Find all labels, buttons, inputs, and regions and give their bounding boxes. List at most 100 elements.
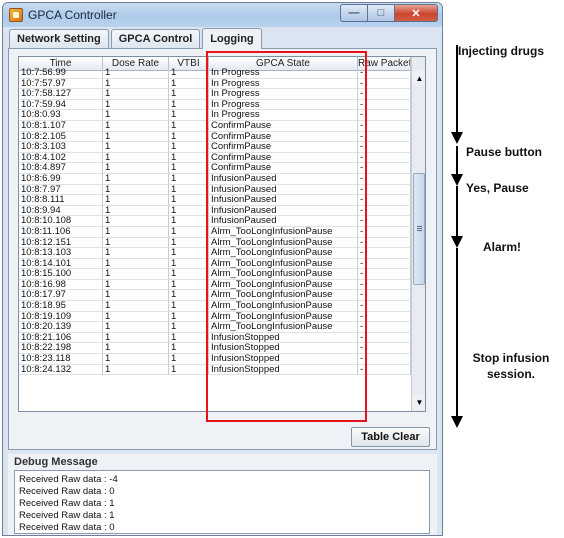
debug-message-section: Debug Message Received Raw data : -4 Rec… [8,454,437,535]
cell-dose-rate: 1 [103,184,169,196]
cell-time: 10:8:19.109 [19,311,103,323]
cell-time: 10:8:21.106 [19,332,103,344]
cell-dose-rate: 1 [103,311,169,323]
down-arrow-icon [451,236,463,248]
cell-vtbi: 1 [169,131,209,143]
scrollbar-thumb[interactable] [413,173,425,285]
cell-vtbi: 1 [169,78,209,90]
tab-logging[interactable]: Logging [202,28,262,49]
cell-vtbi: 1 [169,343,209,355]
cell-vtbi: 1 [169,269,209,280]
cell-vtbi: 1 [169,99,209,111]
table-clear-button[interactable]: Table Clear [351,427,430,447]
cell-vtbi: 1 [169,142,209,153]
cell-time: 10:8:14.101 [19,258,103,270]
cell-dose-rate: 1 [103,237,169,249]
cell-dose-rate: 1 [103,89,169,100]
debug-line: Received Raw data : -4 [19,474,118,485]
cell-vtbi: 1 [169,258,209,270]
cell-time: 10:8:15.100 [19,269,103,280]
cell-dose-rate: 1 [103,290,169,302]
cell-time: 10:8:1.107 [19,120,103,132]
cell-vtbi: 1 [169,311,209,323]
close-button[interactable]: ✕ [394,4,438,22]
gpca-state-highlight-box [206,51,367,422]
cell-dose-rate: 1 [103,269,169,280]
cell-time: 10:8:4.897 [19,163,103,174]
table-scrollbar[interactable]: ▲ ▼ [411,57,425,411]
cell-dose-rate: 1 [103,195,169,206]
cell-dose-rate: 1 [103,216,169,227]
timeline-segment [456,146,458,174]
cell-dose-rate: 1 [103,68,169,79]
cell-vtbi: 1 [169,290,209,302]
annotation-alarm: Alarm! [483,240,522,254]
down-arrow-icon [451,416,463,428]
debug-line: Received Raw data : 1 [19,510,115,521]
cell-vtbi: 1 [169,184,209,196]
cell-time: 10:8:22.198 [19,343,103,355]
window-title: GPCA Controller [28,8,117,22]
cell-time: 10:8:12.151 [19,237,103,249]
annotation-injecting-drugs: Injecting drugs [458,44,545,58]
cell-time: 10:8:16.98 [19,279,103,291]
down-arrow-icon [451,174,463,186]
cell-time: 10:8:11.106 [19,226,103,238]
cell-vtbi: 1 [169,173,209,185]
tab-network-setting[interactable]: Network Setting [9,29,109,48]
cell-vtbi: 1 [169,205,209,217]
title-bar[interactable]: GPCA Controller — □ ✕ [3,3,442,27]
maximize-button[interactable]: □ [367,4,394,22]
cell-time: 10:8:4.102 [19,152,103,164]
cell-vtbi: 1 [169,89,209,100]
maximize-icon: □ [377,7,385,19]
debug-line: Received Raw data : 0 [19,486,115,497]
cell-vtbi: 1 [169,216,209,227]
debug-message-log[interactable]: Received Raw data : -4 Received Raw data… [14,470,430,534]
cell-time: 10:8:3.103 [19,142,103,153]
cell-time: 10:8:13.103 [19,248,103,259]
cell-dose-rate: 1 [103,364,169,376]
cell-time: 10:8:0.93 [19,110,103,121]
cell-dose-rate: 1 [103,120,169,132]
cell-vtbi: 1 [169,322,209,333]
minimize-button[interactable]: — [340,4,367,22]
cell-dose-rate: 1 [103,301,169,312]
cell-dose-rate: 1 [103,78,169,90]
cell-dose-rate: 1 [103,226,169,238]
cell-time: 10:8:7.97 [19,184,103,196]
cell-time: 10:7:58.127 [19,89,103,100]
scroll-down-arrow-icon[interactable]: ▼ [412,395,425,409]
tab-gpca-control[interactable]: GPCA Control [110,29,201,48]
cell-vtbi: 1 [169,248,209,259]
minimize-icon: — [348,7,360,19]
cell-time: 10:8:9.94 [19,205,103,217]
cell-vtbi: 1 [169,226,209,238]
cell-dose-rate: 1 [103,205,169,217]
cell-dose-rate: 1 [103,248,169,259]
close-icon: ✕ [411,7,421,20]
java-cup-icon [9,8,23,22]
cell-dose-rate: 1 [103,142,169,153]
cell-dose-rate: 1 [103,332,169,344]
cell-vtbi: 1 [169,68,209,79]
window-controls: — □ ✕ [340,4,438,22]
cell-dose-rate: 1 [103,258,169,270]
tab-bar: Network Setting GPCA Control Logging [9,28,262,49]
scroll-up-arrow-icon[interactable]: ▲ [412,71,425,85]
cell-vtbi: 1 [169,354,209,365]
cell-dose-rate: 1 [103,343,169,355]
cell-vtbi: 1 [169,120,209,132]
cell-dose-rate: 1 [103,173,169,185]
cell-vtbi: 1 [169,279,209,291]
cell-time: 10:8:10.108 [19,216,103,227]
cell-time: 10:7:59.94 [19,99,103,111]
cell-dose-rate: 1 [103,152,169,164]
cell-time: 10:8:23.118 [19,354,103,365]
cell-vtbi: 1 [169,364,209,376]
down-arrow-icon [451,132,463,144]
cell-time: 10:7:57.97 [19,78,103,90]
cell-dose-rate: 1 [103,322,169,333]
debug-line: Received Raw data : 0 [19,522,115,533]
cell-time: 10:8:24.132 [19,364,103,376]
